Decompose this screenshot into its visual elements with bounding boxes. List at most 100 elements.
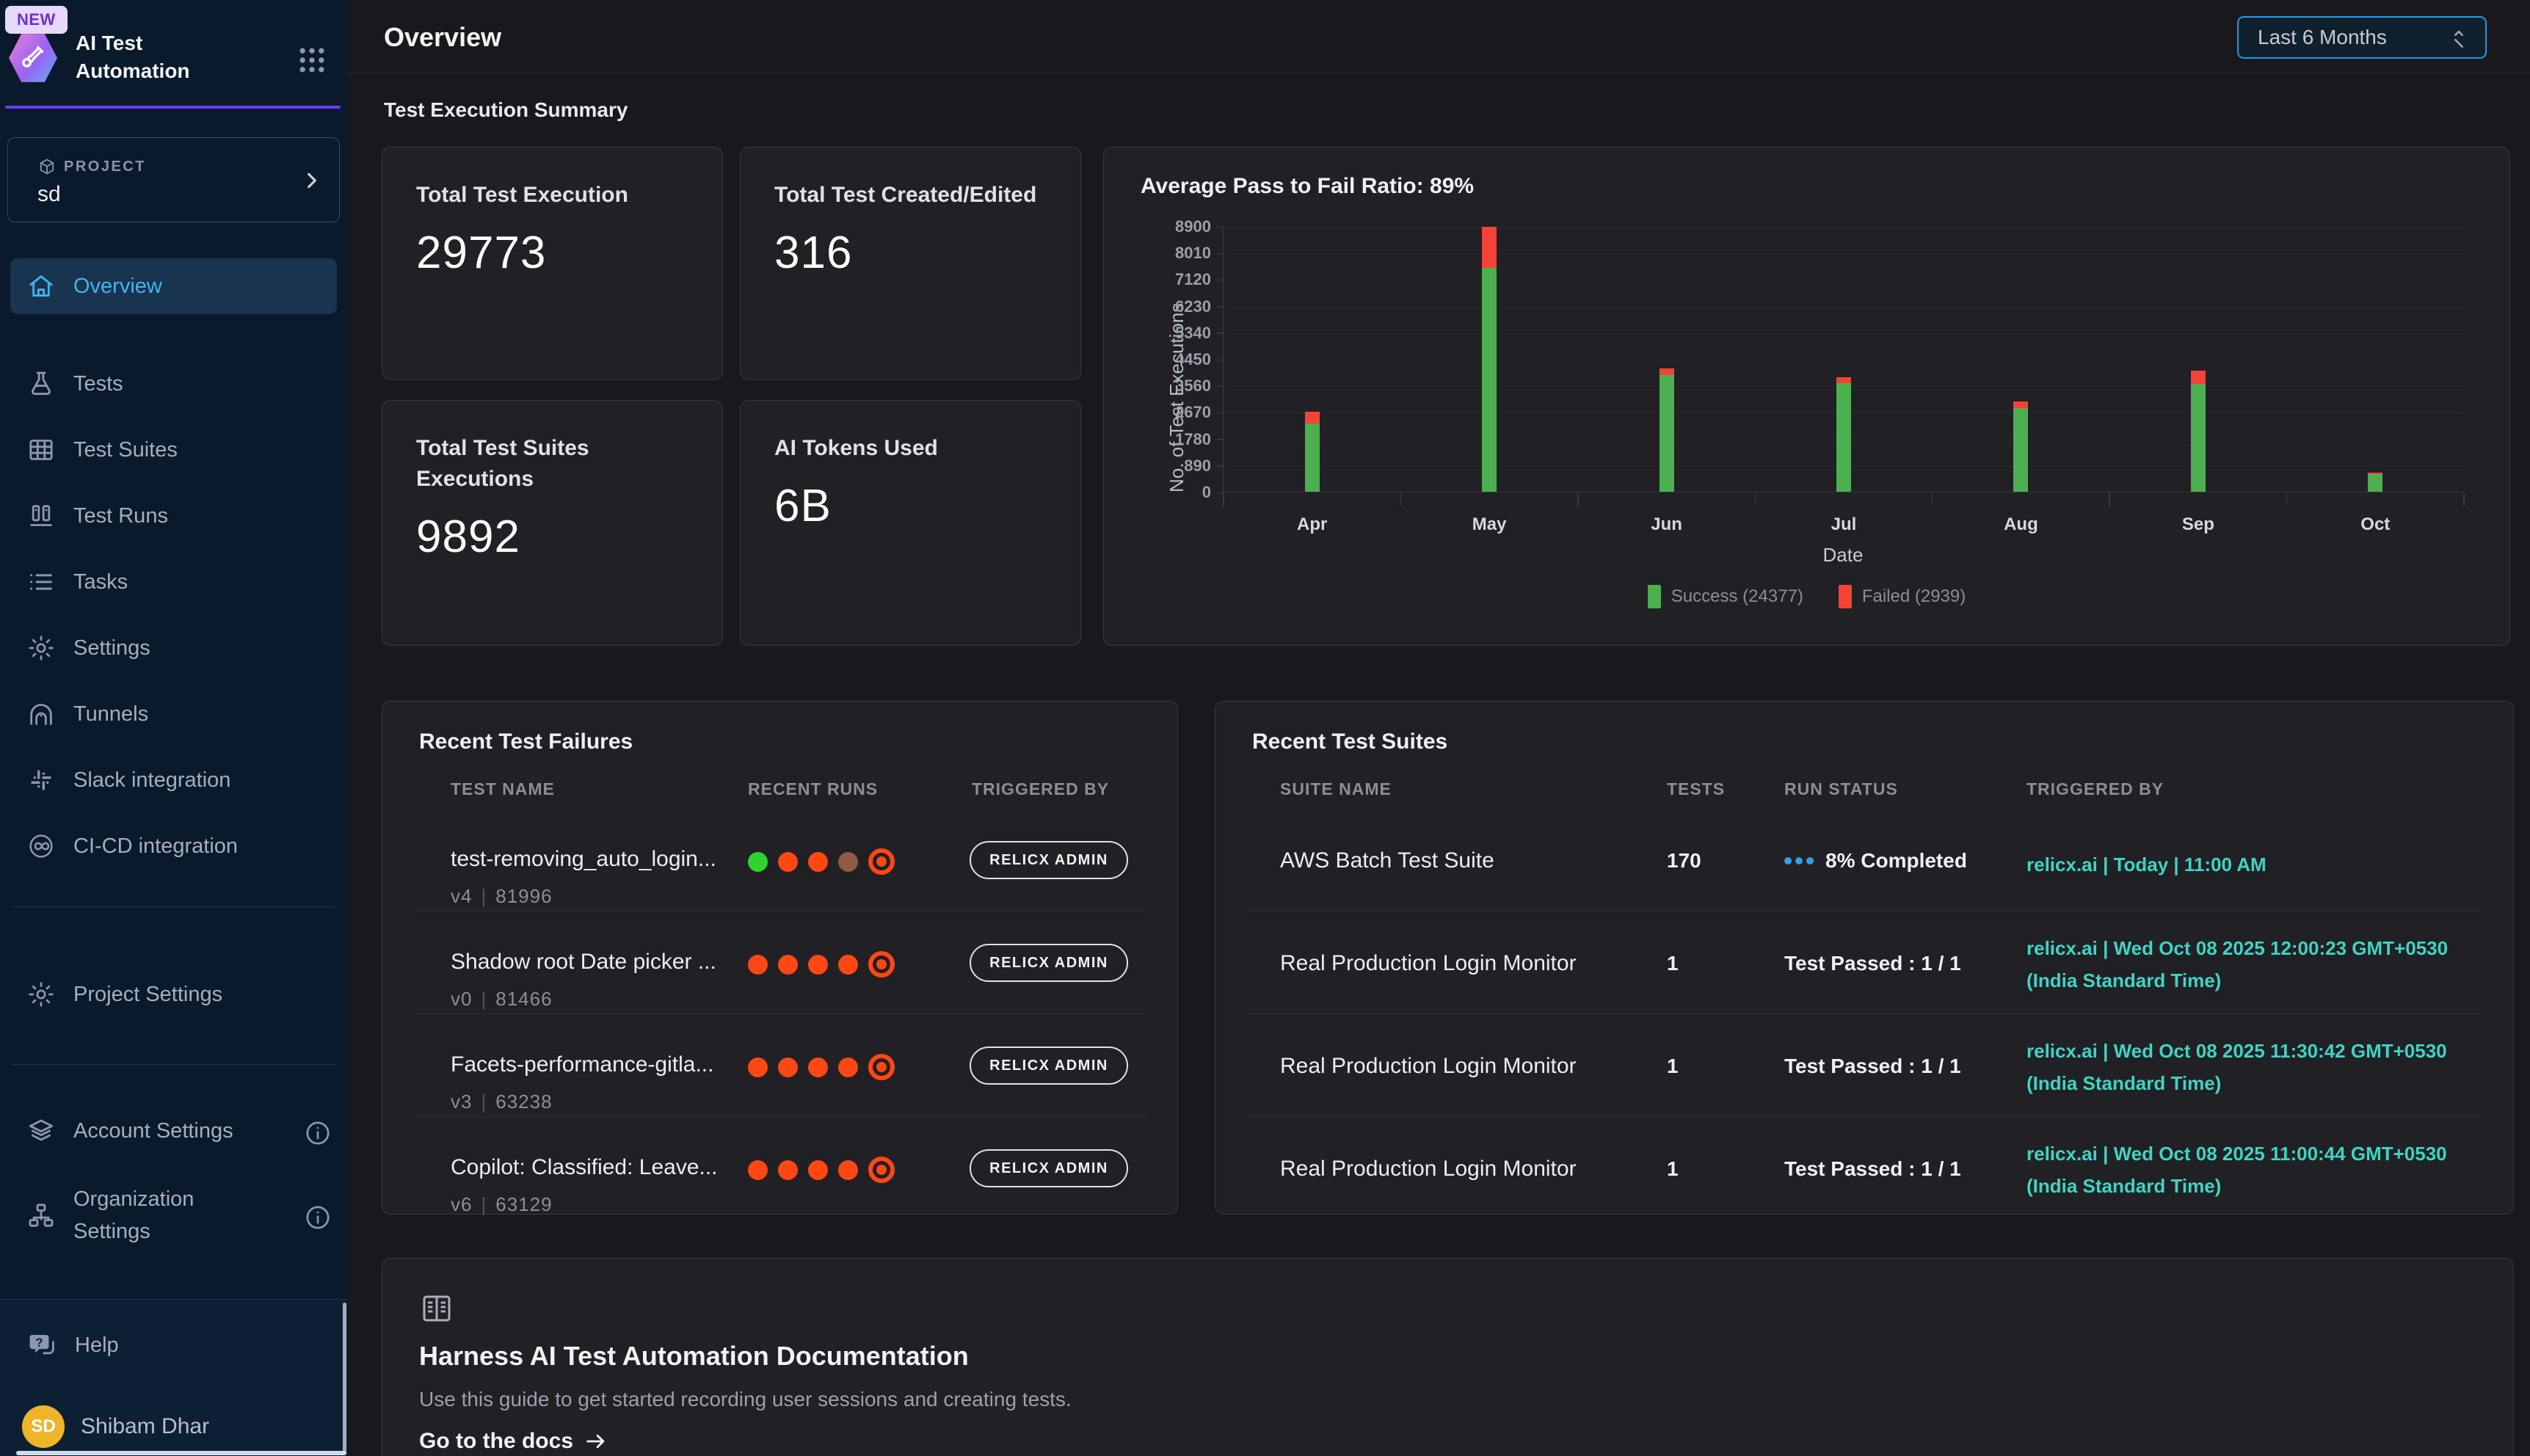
legend-item-success[interactable]: Success (24377) xyxy=(1648,585,1803,608)
book-icon xyxy=(419,1291,454,1326)
sidebar-item-slack-integration[interactable]: Slack integration xyxy=(0,747,347,813)
recent-runs-dots xyxy=(748,951,895,978)
sidebar-item-label: Tunnels xyxy=(73,702,148,727)
run-status-dot-failed[interactable] xyxy=(778,1058,798,1077)
x-axis-category-label: Oct xyxy=(2360,514,2390,535)
test-version: v3 xyxy=(451,1091,472,1113)
test-version-id: v3|63238 xyxy=(451,1091,553,1113)
failure-row[interactable]: Facets-performance-gitla...v3|63238RELIC… xyxy=(382,1032,1177,1135)
suite-row[interactable]: Real Production Login Monitor1Test Passe… xyxy=(1215,929,2513,1032)
y-axis-tick-label: 2670 xyxy=(1175,403,1211,422)
run-status-dot-failed[interactable] xyxy=(748,1160,768,1180)
sidebar-item-overview[interactable]: Overview xyxy=(10,258,337,314)
triggered-by-button[interactable]: RELICX ADMIN xyxy=(970,1149,1128,1187)
column-header-recent-runs: RECENT RUNS xyxy=(748,779,878,799)
sidebar-item-tests[interactable]: Tests xyxy=(0,351,347,417)
run-status-dot-failed[interactable] xyxy=(778,852,798,872)
project-selector[interactable]: PROJECT sd xyxy=(7,137,340,222)
y-axis-tick xyxy=(1217,306,1224,307)
column-header-run-status: RUN STATUS xyxy=(1784,779,1898,799)
triggered-by-button[interactable]: RELICX ADMIN xyxy=(970,944,1128,982)
test-name: Copilot: Classified: Leave... xyxy=(451,1155,718,1180)
sidebar-item-test-suites[interactable]: Test Suites xyxy=(0,417,347,483)
y-axis-tick-label: 1780 xyxy=(1175,430,1211,449)
suite-row[interactable]: Real Production Login Monitor1Test Passe… xyxy=(1215,1032,2513,1135)
run-status-dot-failed[interactable] xyxy=(748,955,768,975)
sidebar-item-help[interactable]: ? Help xyxy=(0,1316,347,1375)
info-icon[interactable] xyxy=(303,1203,328,1228)
sidebar-item-tunnels[interactable]: Tunnels xyxy=(0,681,347,747)
time-range-select[interactable]: Last 6 Months xyxy=(2237,16,2487,59)
suite-tests-count: 170 xyxy=(1667,849,1701,873)
user-menu[interactable]: SD Shibam Dhar xyxy=(0,1397,347,1456)
run-status-dot-failed[interactable] xyxy=(838,955,858,975)
legend-item-failed[interactable]: Failed (2939) xyxy=(1839,585,1966,608)
failure-row[interactable]: Copilot: Classified: Leave...v6|63129REL… xyxy=(382,1135,1177,1237)
bar-success-aug xyxy=(2013,408,2028,492)
info-icon[interactable] xyxy=(303,1118,328,1143)
run-status-dot-failed[interactable] xyxy=(748,1058,768,1077)
suite-tests-count: 1 xyxy=(1667,952,1679,975)
sidebar-item-ci-cd-integration[interactable]: CI-CD integration xyxy=(0,813,347,879)
sidebar-item-project-settings[interactable]: Project Settings xyxy=(0,961,347,1027)
run-status-dot-failed[interactable] xyxy=(838,1058,858,1077)
legend-label: Success (24377) xyxy=(1671,586,1803,607)
stat-card-value: 29773 xyxy=(416,227,688,279)
suite-name: AWS Batch Test Suite xyxy=(1280,848,1494,873)
test-run-id: 63129 xyxy=(495,1193,552,1215)
run-status-dot-failed-ring[interactable] xyxy=(868,848,895,875)
run-status-dot-failed[interactable] xyxy=(808,852,828,872)
suite-tests-count: 1 xyxy=(1667,1055,1679,1078)
recent-runs-dots xyxy=(748,1157,895,1183)
sidebar-item-label: Slack integration xyxy=(73,768,230,793)
page-header: Overview Last 6 Months xyxy=(347,0,2530,73)
run-status-dot-success[interactable] xyxy=(748,852,768,872)
sidebar-item-organization-settings[interactable]: Organization Settings xyxy=(0,1164,347,1267)
run-status-dot-failed-ring[interactable] xyxy=(868,1054,895,1080)
test-tube-icon xyxy=(18,41,48,72)
sidebar-item-label: Project Settings xyxy=(73,983,222,1007)
run-status-dot-failed-ring[interactable] xyxy=(868,1157,895,1183)
failure-row[interactable]: Shadow root Date picker ...v0|81466RELIC… xyxy=(382,929,1177,1032)
run-status-dot-failed[interactable] xyxy=(808,955,828,975)
row-divider xyxy=(1247,1116,2482,1117)
sidebar-item-settings[interactable]: Settings xyxy=(0,615,347,681)
run-status-dot-skipped[interactable] xyxy=(838,852,858,872)
column-header-triggered-by: TRIGGERED BY xyxy=(972,779,1109,799)
run-status-dot-failed-ring[interactable] xyxy=(868,951,895,978)
sidebar-horizontal-scrollbar[interactable] xyxy=(16,1451,346,1455)
y-axis-tick-label: 3560 xyxy=(1175,376,1211,396)
sidebar-vertical-scrollbar[interactable] xyxy=(343,1303,346,1453)
failure-row[interactable]: test-removing_auto_login...v4|81996RELIC… xyxy=(382,826,1177,929)
suite-triggered-by: relicx.ai | Wed Oct 08 2025 11:00:44 GMT… xyxy=(2026,1138,2500,1202)
y-axis-tick-label: 7120 xyxy=(1175,270,1211,289)
time-range-value: Last 6 Months xyxy=(2258,26,2447,49)
bar-failed-oct xyxy=(2368,473,2382,474)
column-header-suite-name: SUITE NAME xyxy=(1280,779,1392,799)
run-status-dot-failed[interactable] xyxy=(808,1160,828,1180)
test-name: test-removing_auto_login... xyxy=(451,847,716,872)
sidebar-item-test-runs[interactable]: Test Runs xyxy=(0,483,347,549)
bar-failed-apr xyxy=(1305,412,1320,423)
suite-row[interactable]: Real Production Login Monitor1Test Passe… xyxy=(1215,1135,2513,1237)
sidebar-item-account-settings[interactable]: Account Settings xyxy=(0,1098,347,1164)
triggered-by-button[interactable]: RELICX ADMIN xyxy=(970,1046,1128,1085)
x-axis-tick xyxy=(1932,493,1933,506)
run-status-dot-failed[interactable] xyxy=(778,1160,798,1180)
bar-success-apr xyxy=(1305,423,1320,492)
bar-failed-may xyxy=(1482,227,1497,268)
triggered-by-button[interactable]: RELICX ADMIN xyxy=(970,841,1128,879)
docs-link[interactable]: Go to the docs xyxy=(419,1429,608,1454)
sidebar-divider xyxy=(12,1064,335,1065)
bar-success-jul xyxy=(1836,383,1851,492)
run-status-dot-failed[interactable] xyxy=(838,1160,858,1180)
column-header-triggered-by: TRIGGERED BY xyxy=(2026,779,2164,799)
legend-label: Failed (2939) xyxy=(1862,586,1966,607)
app-grid-icon[interactable] xyxy=(296,44,328,76)
run-status-dot-failed[interactable] xyxy=(808,1058,828,1077)
suite-name: Real Production Login Monitor xyxy=(1280,1157,1577,1182)
grid-icon xyxy=(26,435,56,465)
run-status-dot-failed[interactable] xyxy=(778,955,798,975)
sidebar-item-tasks[interactable]: Tasks xyxy=(0,549,347,615)
suite-row[interactable]: AWS Batch Test Suite1708% Completedrelic… xyxy=(1215,826,2513,929)
